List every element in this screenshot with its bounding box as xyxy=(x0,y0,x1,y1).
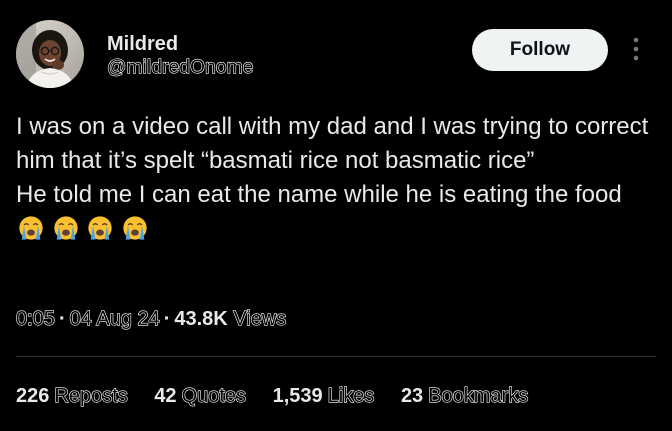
author-names: Mildred @mildredOnome xyxy=(106,31,254,79)
tweet-text-line1: I was on a video call with my dad and I … xyxy=(16,113,649,174)
avatar[interactable] xyxy=(16,20,84,88)
views-label: Views xyxy=(233,307,287,330)
tweet-date[interactable]: 04 Aug 24 xyxy=(69,307,160,330)
reposts-count: 226 xyxy=(16,385,50,407)
more-options-button[interactable] xyxy=(624,34,648,64)
follow-button[interactable]: Follow xyxy=(472,29,608,71)
tweet-card: Mildred @mildredOnome Follow I was on a … xyxy=(0,0,672,431)
profile-photo-icon xyxy=(16,20,84,88)
reposts-label: Reposts xyxy=(54,384,129,407)
likes-stat[interactable]: 1,539 Likes xyxy=(273,382,375,410)
tweet-meta: 0:05 · 04 Aug 24 · 43.8K Views xyxy=(15,305,287,333)
separator-dot: · xyxy=(58,308,66,330)
quotes-stat[interactable]: 42 Quotes xyxy=(154,382,246,410)
separator-dot: · xyxy=(163,308,171,330)
tweet-text-line2-text: He told me I can eat the name while he i… xyxy=(16,181,622,208)
more-options-icon xyxy=(633,37,639,61)
loudly-crying-face-icon xyxy=(54,216,78,240)
loudly-crying-face-icon xyxy=(88,216,113,240)
tweet-text: I was on a video call with my dad and I … xyxy=(16,110,656,252)
engagement-stats: 226 Reposts 42 Quotes 1,539 Likes 23 Bookmar… xyxy=(16,382,549,410)
loudly-crying-face-icon xyxy=(123,216,147,240)
handle[interactable]: @mildredOnome xyxy=(106,56,253,79)
display-name[interactable]: Mildred xyxy=(107,31,254,57)
bookmarks-stat[interactable]: 23 Bookmarks xyxy=(400,382,529,410)
likes-label: Likes xyxy=(327,384,375,407)
quotes-label: Quotes xyxy=(181,384,247,407)
quotes-count: 42 xyxy=(154,385,177,407)
views-count: 43.8K xyxy=(174,308,228,330)
loudly-crying-face-icon xyxy=(19,216,43,240)
tweet-text-line2: He told me I can eat the name while he i… xyxy=(16,178,656,252)
likes-count: 1,539 xyxy=(272,385,323,407)
bookmarks-count: 23 xyxy=(400,385,424,407)
divider xyxy=(16,356,656,357)
tweet-time[interactable]: 0:05 xyxy=(15,307,55,330)
tweet-header: Mildred @mildredOnome Follow xyxy=(16,20,656,94)
reposts-stat[interactable]: 226 Reposts xyxy=(16,382,128,410)
emoji-group xyxy=(17,214,149,252)
bookmarks-label: Bookmarks xyxy=(428,384,529,407)
